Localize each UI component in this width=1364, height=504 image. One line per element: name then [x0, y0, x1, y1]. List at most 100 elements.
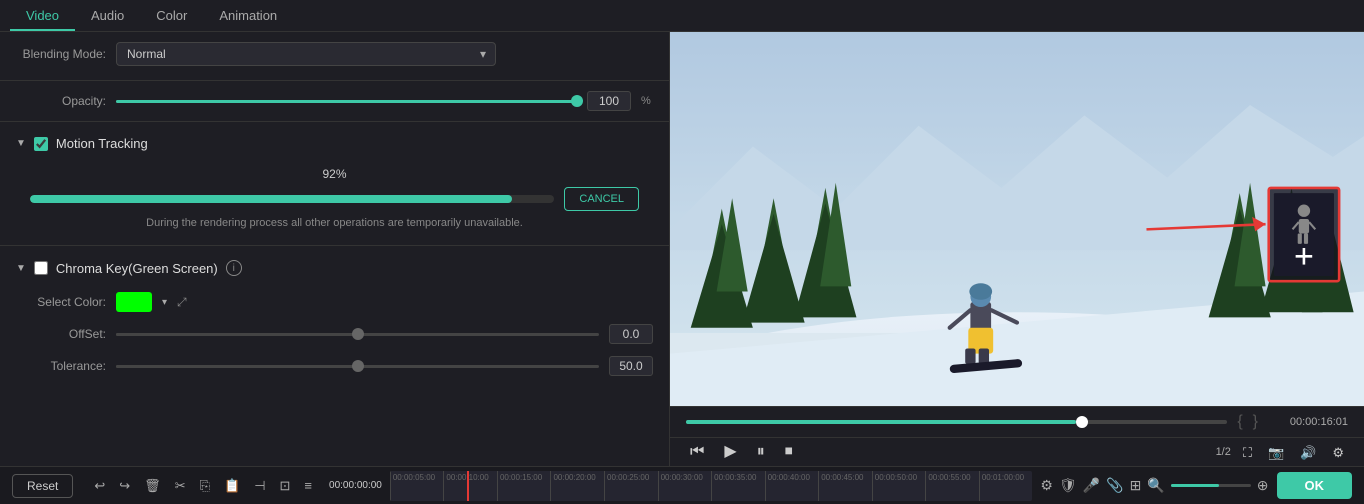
- tab-video[interactable]: Video: [10, 2, 75, 31]
- bottom-action-bar: Reset ↩ ↪ 🗑 ✂ ⎘ 📋 ⊣ ⊡ ≡ 00:00:00:00 00:0…: [0, 466, 1364, 504]
- chroma-key-checkbox[interactable]: [34, 261, 48, 275]
- screenshot-button[interactable]: 📷: [1264, 444, 1288, 461]
- tolerance-slider-thumb[interactable]: [352, 360, 364, 372]
- video-timeline[interactable]: [686, 420, 1227, 424]
- delete-button[interactable]: 🗑: [141, 476, 164, 496]
- video-timeline-fill: [686, 420, 1076, 424]
- bottom-right-controls: ⚙ 🛡 🎤 📎 ⊞ 🔍 ⊕ OK: [1040, 472, 1352, 499]
- ruler-mark-5: 00:00:30:00: [658, 471, 712, 501]
- fullscreen-button[interactable]: ⛶: [1239, 444, 1256, 461]
- left-panel: Blending Mode: Normal Opacity: % ▼ Motio…: [0, 32, 670, 466]
- ok-button[interactable]: OK: [1277, 472, 1353, 499]
- blending-mode-select[interactable]: Normal: [116, 42, 496, 66]
- timeline-timecodes: 00:00:00:00: [329, 480, 382, 491]
- tab-audio[interactable]: Audio: [75, 2, 140, 31]
- tolerance-row: Tolerance:: [0, 350, 669, 382]
- ruler-mark-6: 00:00:35:00: [711, 471, 765, 501]
- grid-button[interactable]: ⊞: [1130, 477, 1142, 494]
- motion-tracking-header[interactable]: ▼ Motion Tracking: [0, 126, 669, 161]
- opacity-slider[interactable]: [116, 100, 577, 103]
- undo-button[interactable]: ↩: [91, 476, 108, 496]
- align-button[interactable]: ≡: [301, 476, 315, 495]
- select-color-row: Select Color: ▾ ⤢: [0, 286, 669, 318]
- mask-button[interactable]: 🛡: [1059, 477, 1077, 494]
- ruler-mark-1: 00:00:10:00: [443, 471, 497, 501]
- timeline-ruler[interactable]: 00:00:05:00 00:00:10:00 00:00:15:00 00:0…: [390, 471, 1033, 501]
- blending-mode-select-wrapper[interactable]: Normal: [116, 42, 496, 66]
- split-button[interactable]: ⊣: [251, 476, 268, 496]
- paste-button[interactable]: 📋: [221, 476, 243, 496]
- zoom-out-button[interactable]: 🔍: [1147, 477, 1164, 494]
- speed-display[interactable]: 1/2: [1216, 446, 1231, 458]
- ruler-mark-10: 00:00:55:00: [925, 471, 979, 501]
- opacity-slider-fill: [116, 100, 577, 103]
- motion-tracking-checkbox[interactable]: [34, 137, 48, 151]
- playback-buttons: ⏮ ▶ ⏸ ⏹: [686, 442, 797, 462]
- reset-button[interactable]: Reset: [12, 474, 73, 498]
- pause-button[interactable]: ⏸: [753, 442, 769, 462]
- progress-bar-row: CANCEL: [30, 187, 639, 211]
- opacity-value[interactable]: [587, 91, 631, 111]
- ruler-mark-9: 00:00:50:00: [872, 471, 926, 501]
- motion-tracking-progress-area: 92% CANCEL During the rendering process …: [0, 161, 669, 241]
- chroma-key-info-icon[interactable]: i: [226, 260, 242, 276]
- motion-tracking-arrow: ▼: [16, 138, 26, 149]
- zoom-in-button[interactable]: ⊕: [1257, 477, 1269, 494]
- tab-animation[interactable]: Animation: [203, 2, 293, 31]
- blending-mode-label: Blending Mode:: [16, 47, 106, 61]
- select-color-label: Select Color:: [16, 295, 106, 309]
- ruler-mark-11: 00:01:00:00: [979, 471, 1033, 501]
- video-controls-bar: { } 00:00:16:01: [670, 406, 1364, 437]
- volume-button[interactable]: 🔊: [1296, 444, 1320, 461]
- redo-button[interactable]: ↪: [116, 476, 133, 496]
- timeline-ruler-area: 00:00:05:00 00:00:10:00 00:00:15:00 00:0…: [382, 467, 1041, 504]
- tolerance-slider[interactable]: [116, 365, 599, 368]
- tolerance-value[interactable]: [609, 356, 653, 376]
- skip-back-button[interactable]: ⏮: [686, 442, 708, 462]
- timeline-toolbar: ↩ ↪ 🗑 ✂ ⎘ 📋 ⊣ ⊡ ≡: [91, 476, 315, 496]
- opacity-slider-thumb[interactable]: [571, 95, 583, 107]
- stop-button[interactable]: ⏹: [781, 442, 797, 462]
- right-toolbar-icons: ⚙ 🛡 🎤 📎 ⊞ 🔍 ⊕: [1040, 477, 1268, 494]
- chroma-key-header[interactable]: ▼ Chroma Key(Green Screen) i: [0, 250, 669, 286]
- ruler-mark-4: 00:00:25:00: [604, 471, 658, 501]
- offset-value[interactable]: [609, 324, 653, 344]
- playback-right-controls: 1/2 ⛶ 📷 🔊 ⚙: [1216, 444, 1348, 461]
- right-panel: { } 00:00:16:01 ⏮ ▶ ⏸ ⏹ 1/2 ⛶ 📷 🔊 ⚙: [670, 32, 1364, 466]
- bottom-left-controls: Reset ↩ ↪ 🗑 ✂ ⎘ 📋 ⊣ ⊡ ≡ 00:00:00:00: [12, 474, 382, 498]
- cancel-button[interactable]: CANCEL: [564, 187, 639, 211]
- mic-button[interactable]: 🎤: [1083, 477, 1100, 494]
- video-preview: [670, 32, 1364, 406]
- offset-slider-thumb[interactable]: [352, 328, 364, 340]
- tab-bar: Video Audio Color Animation: [0, 0, 1364, 32]
- ruler-mark-3: 00:00:20:00: [550, 471, 604, 501]
- cut-button[interactable]: ✂: [172, 476, 189, 496]
- video-timecode: 00:00:16:01: [1268, 416, 1348, 428]
- blending-mode-row: Blending Mode: Normal: [0, 32, 669, 76]
- offset-slider-fill: [116, 333, 358, 336]
- progress-track: [30, 195, 554, 203]
- ruler-mark-8: 00:00:45:00: [818, 471, 872, 501]
- progress-note: During the rendering process all other o…: [30, 217, 639, 229]
- ruler-mark-0: 00:00:05:00: [390, 471, 444, 501]
- play-button[interactable]: ▶: [720, 442, 740, 462]
- copy-button[interactable]: ⎘: [197, 476, 213, 496]
- zoom-slider[interactable]: [1171, 484, 1251, 487]
- effects-button[interactable]: ⚙: [1040, 477, 1053, 494]
- video-frame: [670, 32, 1364, 406]
- ruler-mark-7: 00:00:40:00: [765, 471, 819, 501]
- offset-slider[interactable]: [116, 333, 599, 336]
- controls-divider-right: }: [1253, 413, 1258, 431]
- settings-button[interactable]: ⚙: [1328, 444, 1348, 461]
- color-swatch[interactable]: [116, 292, 152, 312]
- clip-button[interactable]: 📎: [1106, 477, 1123, 494]
- video-timeline-thumb[interactable]: [1076, 416, 1088, 428]
- crop-button[interactable]: ⊡: [277, 476, 294, 496]
- offset-label: OffSet:: [16, 327, 106, 341]
- progress-percent: 92%: [30, 167, 639, 181]
- chroma-key-arrow: ▼: [16, 263, 26, 274]
- expand-icon[interactable]: ⤢: [177, 295, 187, 310]
- tab-color[interactable]: Color: [140, 2, 203, 31]
- opacity-unit: %: [641, 95, 653, 107]
- color-dropdown-icon[interactable]: ▾: [162, 297, 167, 308]
